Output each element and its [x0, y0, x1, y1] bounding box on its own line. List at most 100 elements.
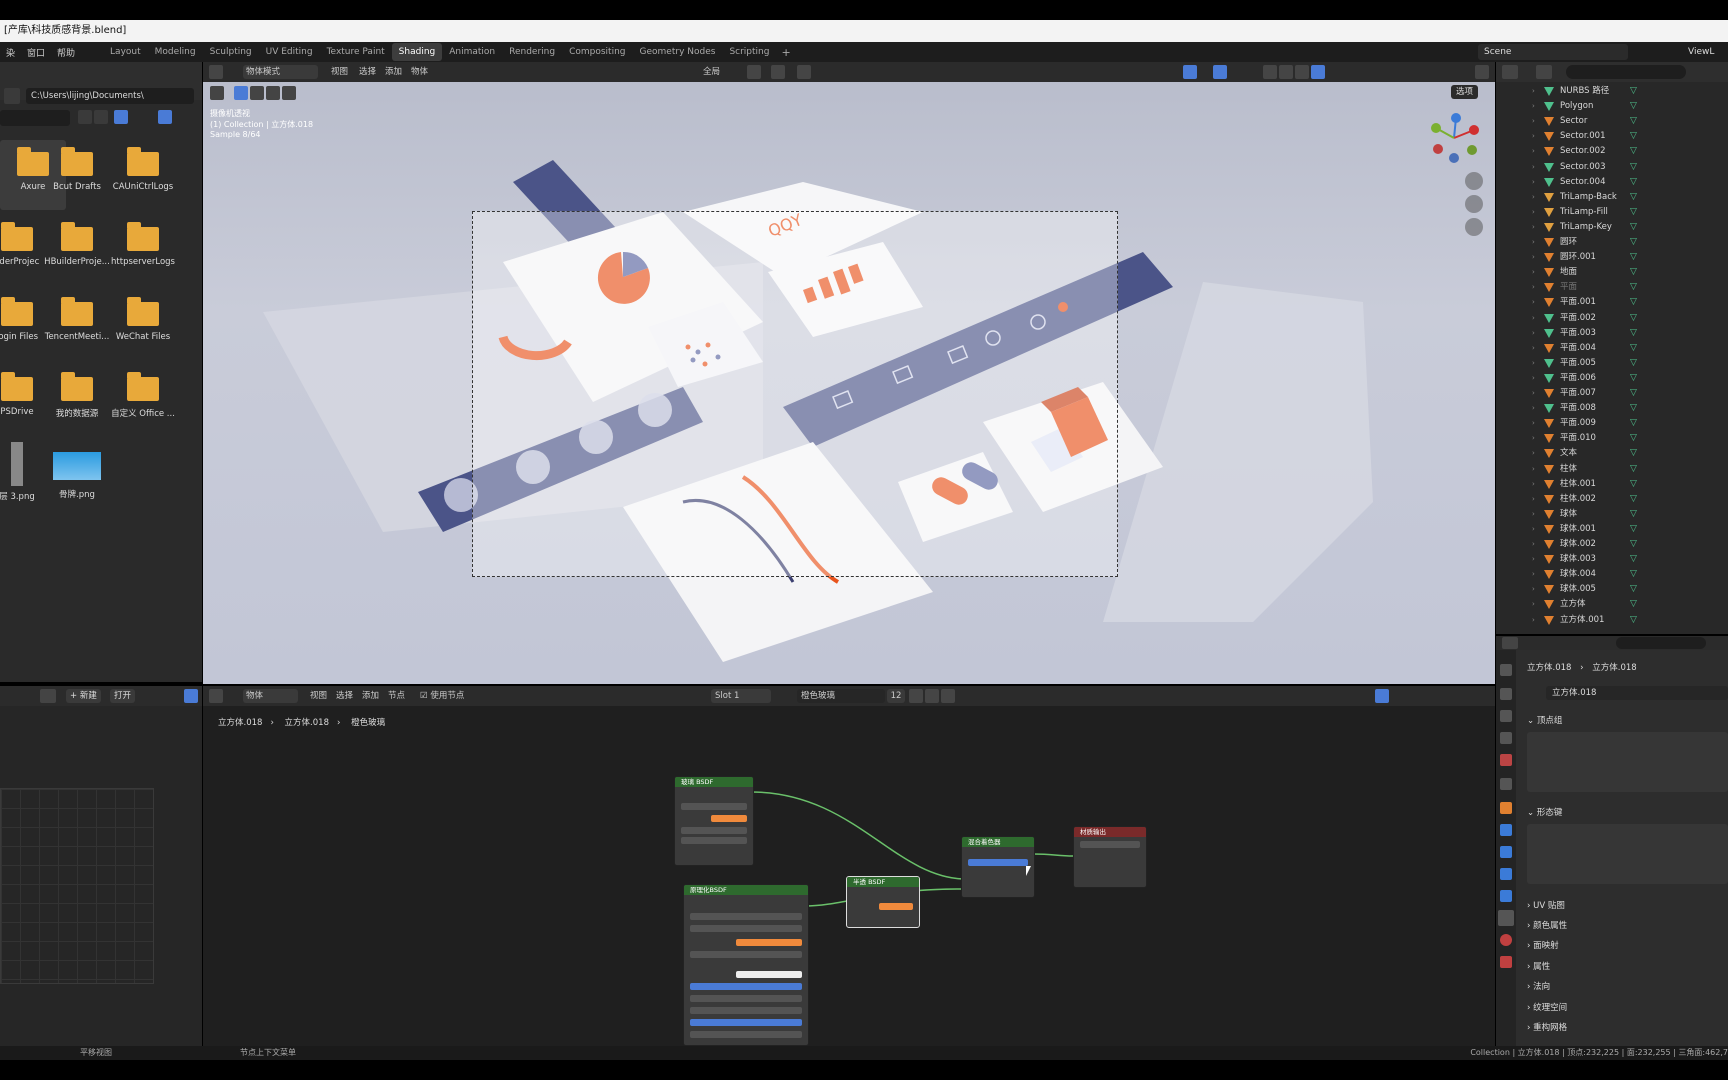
- outliner-row[interactable]: › 圆环.001 ▽: [1496, 250, 1728, 265]
- panel-color-attributes[interactable]: › 颜色属性: [1527, 919, 1567, 931]
- mesh-data-icon[interactable]: ▽: [1630, 144, 1637, 159]
- outliner-row[interactable]: › 球体.002 ▽: [1496, 537, 1728, 552]
- outliner-row[interactable]: › 平面 ▽: [1496, 280, 1728, 295]
- new-image-button[interactable]: + 新建: [66, 689, 101, 703]
- outliner-row[interactable]: › 平面.005 ▽: [1496, 356, 1728, 371]
- mesh-data-icon[interactable]: ▽: [1630, 431, 1637, 446]
- panel-vertex-groups-header[interactable]: ⌄ 顶点组: [1527, 714, 1562, 726]
- outliner-row[interactable]: › 文本 ▽: [1496, 446, 1728, 461]
- mesh-data-icon[interactable]: ▽: [1630, 250, 1637, 265]
- image-overlay-icon[interactable]: [184, 689, 198, 703]
- file-item[interactable]: 我的数据源: [44, 365, 110, 419]
- expand-chevron-icon[interactable]: ›: [1532, 582, 1535, 597]
- texture-tab-icon[interactable]: [1500, 956, 1512, 968]
- panel-remesh[interactable]: › 重构网格: [1527, 1021, 1567, 1033]
- outliner-row[interactable]: › 平面.002 ▽: [1496, 311, 1728, 326]
- panel-face-maps[interactable]: › 面映射: [1527, 939, 1559, 951]
- select-mode-toolbar[interactable]: [210, 86, 300, 100]
- overlay-toggle-icon[interactable]: [1213, 65, 1227, 79]
- file-item[interactable]: login Files: [0, 290, 50, 342]
- transform-orientation[interactable]: 全局: [703, 65, 720, 79]
- mesh-data-icon[interactable]: ▽: [1630, 462, 1637, 477]
- file-item[interactable]: Bcut Drafts: [44, 140, 110, 192]
- pause-render-icon[interactable]: [1475, 65, 1489, 79]
- filter-icon[interactable]: [158, 110, 172, 124]
- outliner-row[interactable]: › TriLamp-Back ▽: [1496, 190, 1728, 205]
- outliner-row[interactable]: › 立方体.001 ▽: [1496, 613, 1728, 628]
- slot-selector[interactable]: Slot 1: [711, 689, 771, 703]
- editor-type-icon[interactable]: [209, 65, 223, 79]
- mesh-data-tab-icon[interactable]: [1498, 910, 1514, 926]
- expand-chevron-icon[interactable]: ›: [1532, 175, 1535, 190]
- tab-rendering[interactable]: Rendering: [502, 43, 562, 61]
- mesh-data-icon[interactable]: ▽: [1630, 477, 1637, 492]
- camera-view-icon[interactable]: [1465, 218, 1483, 236]
- output-tab-icon[interactable]: [1500, 710, 1512, 722]
- expand-chevron-icon[interactable]: ›: [1532, 552, 1535, 567]
- panel-normals[interactable]: › 法向: [1527, 980, 1550, 992]
- mesh-data-icon[interactable]: ▽: [1630, 597, 1637, 612]
- file-item[interactable]: 自定义 Office ...: [110, 365, 176, 419]
- mesh-data-icon[interactable]: ▽: [1630, 416, 1637, 431]
- expand-chevron-icon[interactable]: ›: [1532, 416, 1535, 431]
- outliner-filter-icon[interactable]: [1536, 65, 1552, 79]
- mesh-data-icon[interactable]: ▽: [1630, 552, 1637, 567]
- outliner-row[interactable]: › Polygon ▽: [1496, 99, 1728, 114]
- select-subtract-icon[interactable]: [266, 86, 280, 100]
- mesh-data-icon[interactable]: ▽: [1630, 582, 1637, 597]
- menu-view[interactable]: 视图: [331, 65, 348, 79]
- proportional-edit-icon[interactable]: [797, 65, 811, 79]
- material-output-node[interactable]: 材质输出: [1073, 826, 1147, 888]
- expand-chevron-icon[interactable]: ›: [1532, 160, 1535, 175]
- menu-select[interactable]: 选择: [336, 689, 353, 703]
- expand-chevron-icon[interactable]: ›: [1532, 114, 1535, 129]
- parent-dir-icon[interactable]: [4, 88, 20, 104]
- mesh-data-icon[interactable]: ▽: [1630, 175, 1637, 190]
- tab-geometry-nodes[interactable]: Geometry Nodes: [633, 43, 723, 61]
- tab-modeling[interactable]: Modeling: [148, 43, 203, 61]
- tab-compositing[interactable]: Compositing: [562, 43, 632, 61]
- image-editor[interactable]: [0, 686, 202, 1046]
- outliner-row[interactable]: › 平面.003 ▽: [1496, 326, 1728, 341]
- file-item[interactable]: TencentMeeti...: [44, 290, 110, 342]
- mesh-data-icon[interactable]: ▽: [1630, 190, 1637, 205]
- file-item[interactable]: 骨牌.png: [44, 438, 110, 500]
- file-item[interactable]: 层 3.png: [0, 438, 50, 502]
- object-shader-type[interactable]: 物体: [243, 689, 298, 703]
- outliner-row[interactable]: › 地面 ▽: [1496, 265, 1728, 280]
- outliner-row[interactable]: › 平面.008 ▽: [1496, 401, 1728, 416]
- expand-chevron-icon[interactable]: ›: [1532, 99, 1535, 114]
- select-intersect-icon[interactable]: [282, 86, 296, 100]
- expand-chevron-icon[interactable]: ›: [1532, 205, 1535, 220]
- properties-tabs[interactable]: [1496, 650, 1516, 1056]
- tab-layout[interactable]: Layout: [103, 43, 148, 61]
- mesh-data-icon[interactable]: ▽: [1630, 265, 1637, 280]
- tab-scripting[interactable]: Scripting: [722, 43, 776, 61]
- tab-sculpting[interactable]: Sculpting: [203, 43, 259, 61]
- vertex-groups-list[interactable]: [1527, 732, 1728, 792]
- mesh-data-icon[interactable]: ▽: [1630, 129, 1637, 144]
- tab-shading[interactable]: Shading: [391, 43, 443, 61]
- tab-uv-editing[interactable]: UV Editing: [259, 43, 320, 61]
- outliner-row[interactable]: › 球体.001 ▽: [1496, 522, 1728, 537]
- outliner-row[interactable]: › 平面.004 ▽: [1496, 341, 1728, 356]
- file-item[interactable]: httpserverLogs: [110, 215, 176, 267]
- use-nodes-checkbox[interactable]: ☑ 使用节点: [420, 689, 464, 703]
- shape-keys-list[interactable]: [1527, 824, 1728, 884]
- menu-render[interactable]: 染: [0, 46, 21, 59]
- open-image-button[interactable]: 打开: [110, 689, 136, 703]
- tool-tab-icon[interactable]: [1500, 664, 1512, 676]
- outliner-row[interactable]: › 圆环 ▽: [1496, 235, 1728, 250]
- mesh-data-icon[interactable]: ▽: [1630, 522, 1637, 537]
- tab-texture-paint[interactable]: Texture Paint: [320, 43, 392, 61]
- outliner-row[interactable]: › 柱体.001 ▽: [1496, 477, 1728, 492]
- menu-add[interactable]: 添加: [385, 65, 402, 79]
- panel-attributes[interactable]: › 属性: [1527, 960, 1550, 972]
- fake-user-icon[interactable]: [909, 689, 923, 703]
- mesh-data-icon[interactable]: ▽: [1630, 401, 1637, 416]
- expand-chevron-icon[interactable]: ›: [1532, 613, 1535, 628]
- outliner-display-mode-icon[interactable]: [1502, 65, 1518, 79]
- outliner-row[interactable]: › 柱体.002 ▽: [1496, 492, 1728, 507]
- duplicate-material-icon[interactable]: [925, 689, 939, 703]
- menu-node[interactable]: 节点: [388, 689, 405, 703]
